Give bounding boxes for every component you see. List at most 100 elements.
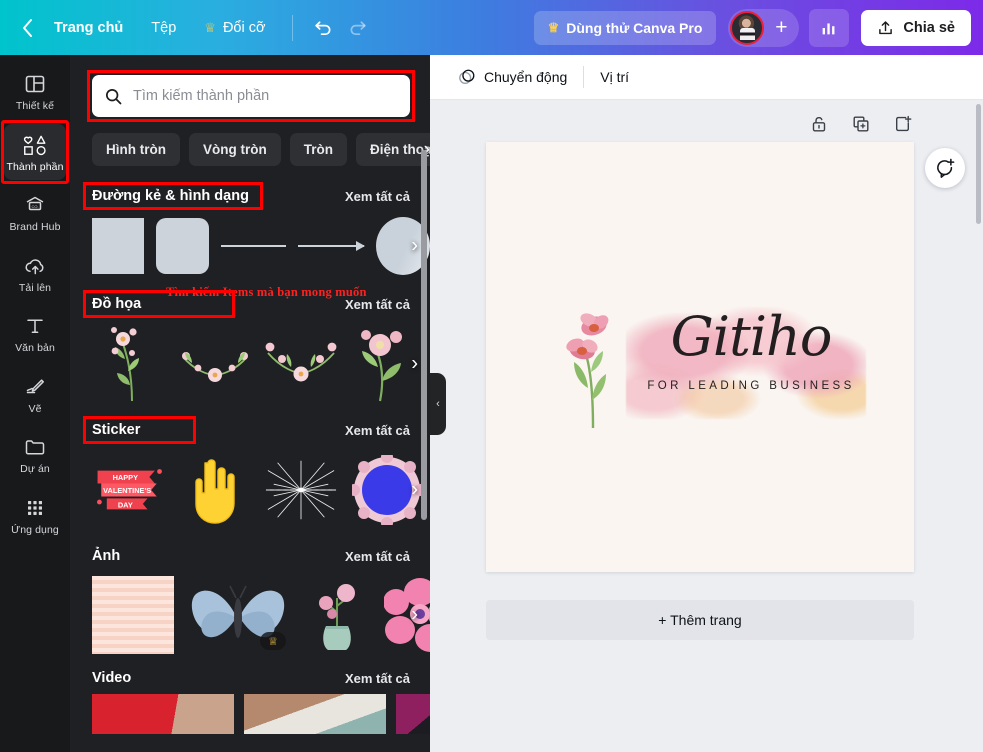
- canva-editor: Trang chủ Tệp ♕ Đổi cỡ ♕ Dùng thử Canva …: [0, 0, 983, 752]
- position-button[interactable]: Vị trí: [588, 62, 641, 92]
- chevron-right-icon[interactable]: ›: [411, 353, 418, 376]
- floral-branch-graphic[interactable]: [264, 323, 338, 405]
- collaborators: +: [728, 8, 800, 47]
- sidebar-item-uploads[interactable]: Tải lên: [4, 245, 66, 302]
- flower-vase-photo[interactable]: [302, 576, 372, 654]
- avatar[interactable]: [730, 10, 765, 45]
- pointing-hand-sticker[interactable]: [178, 455, 252, 525]
- sticker-items: HAPPY VALENTINE'S DAY: [92, 448, 430, 532]
- sidebar-item-elements[interactable]: Thành phần: [1, 119, 69, 185]
- see-all-link[interactable]: Xem tất cả: [345, 297, 410, 312]
- brand-tagline: FOR LEADING BUSINESS: [647, 380, 855, 392]
- line-shape[interactable]: [220, 245, 287, 247]
- sticker-row: HAPPY VALENTINE'S DAY ›: [92, 448, 430, 532]
- animate-button[interactable]: Chuyển động: [446, 61, 579, 93]
- home-menu[interactable]: Trang chủ: [40, 12, 137, 44]
- pink-flower-photo[interactable]: [383, 576, 430, 654]
- analytics-button[interactable]: [809, 8, 850, 47]
- chevron-right-icon[interactable]: ›: [411, 235, 418, 258]
- file-menu[interactable]: Tệp: [137, 12, 190, 44]
- see-all-link[interactable]: Xem tất cả: [345, 423, 410, 438]
- collapse-panel-button[interactable]: ‹: [430, 372, 446, 435]
- brand-icon: CO.: [26, 196, 44, 211]
- add-comment-button[interactable]: [925, 148, 965, 188]
- rounded-square-shape[interactable]: [156, 218, 209, 274]
- chevron-left-icon: ‹: [436, 397, 440, 410]
- position-label: Vị trí: [600, 69, 630, 85]
- crown-icon: ♕: [547, 20, 560, 35]
- chevron-right-icon[interactable]: ›: [411, 479, 418, 502]
- toolbar-divider: [291, 14, 293, 41]
- logo-artwork: Gitiho FOR LEADING BUSINESS: [486, 142, 914, 572]
- sidebar-item-label: Vẽ: [28, 402, 42, 415]
- svg-text:CO.: CO.: [31, 204, 38, 209]
- try-canva-pro-button[interactable]: ♕ Dùng thử Canva Pro: [533, 10, 717, 45]
- add-collaborator-button[interactable]: +: [765, 12, 797, 44]
- panel-scrollbar[interactable]: [421, 150, 427, 520]
- resize-menu[interactable]: ♕ Đổi cỡ: [190, 12, 279, 44]
- search-box[interactable]: [92, 75, 410, 117]
- back-button[interactable]: [14, 11, 40, 45]
- sidebar-item-design[interactable]: Thiết kế: [4, 63, 66, 120]
- lock-page-button[interactable]: [809, 114, 829, 134]
- canvas-scrollbar[interactable]: [976, 104, 981, 224]
- valentines-ribbon-art: HAPPY VALENTINE'S DAY: [96, 469, 162, 510]
- stage-toolbar: Chuyển động Vị trí: [430, 55, 983, 100]
- pro-label: Dùng thử Canva Pro: [566, 19, 703, 36]
- sidebar-item-apps[interactable]: Ứng dụng: [4, 487, 66, 544]
- red-video[interactable]: [92, 694, 234, 734]
- crown-icon: ♕: [204, 20, 216, 35]
- brand-name: Gitiho: [670, 305, 833, 368]
- sidebar-item-label: Ứng dụng: [11, 523, 59, 536]
- floral-sprig-graphic[interactable]: [92, 323, 166, 405]
- sidebar-item-text[interactable]: Văn bản: [4, 305, 66, 362]
- sidebar-item-label: Thiết kế: [15, 100, 55, 112]
- redo-icon: [350, 21, 366, 36]
- red-highlight-box: [83, 416, 197, 444]
- add-page-wide-button[interactable]: + Thêm trang: [486, 600, 914, 640]
- toolbar-divider: [583, 66, 585, 88]
- arrow-shape[interactable]: [298, 241, 366, 251]
- chip-hinh-tron[interactable]: Hình tròn: [92, 133, 180, 166]
- butterfly-photo[interactable]: ♕: [186, 576, 290, 654]
- striped-pattern-photo[interactable]: [92, 576, 174, 654]
- file-label: Tệp: [151, 19, 177, 36]
- square-shape[interactable]: [92, 218, 145, 274]
- floral-divider-graphic[interactable]: [178, 323, 252, 405]
- undo-button[interactable]: [305, 10, 341, 46]
- share-button[interactable]: Chia sẻ: [861, 9, 971, 46]
- sidebar-item-projects[interactable]: Dự án: [4, 426, 66, 483]
- elements-panel-content: Hình tròn Vòng tròn Tròn Điện thoại › Đư…: [70, 55, 430, 752]
- chip-tron[interactable]: Tròn: [289, 133, 347, 166]
- sidebar-item-draw[interactable]: Vẽ: [4, 366, 66, 423]
- chip-vong-tron[interactable]: Vòng tròn: [189, 133, 281, 166]
- duplicate-page-button[interactable]: [851, 114, 871, 134]
- orchid-flowers-art: [566, 313, 609, 429]
- design-page[interactable]: Gitiho FOR LEADING BUSINESS: [486, 142, 914, 572]
- valentines-ribbon-sticker[interactable]: HAPPY VALENTINE'S DAY: [92, 455, 166, 525]
- see-all-link[interactable]: Xem tất cả: [345, 549, 410, 564]
- photos-row: ♕ ›: [92, 574, 430, 656]
- interior-video[interactable]: [244, 694, 386, 734]
- search-icon: [105, 88, 122, 104]
- svg-text:HAPPY: HAPPY: [113, 473, 139, 482]
- layout-icon: [25, 75, 45, 93]
- chip-dien-thoai[interactable]: Điện thoại: [356, 133, 430, 166]
- canvas-stage: Chuyển động Vị trí Gitiho FOR LEADING BU…: [430, 55, 983, 752]
- pink-video[interactable]: [396, 694, 430, 734]
- graphics-row: ›: [92, 322, 430, 406]
- redo-button[interactable]: [341, 10, 377, 46]
- chevron-right-icon[interactable]: ›: [411, 604, 418, 627]
- search-area: [87, 70, 415, 122]
- orchid-top: [580, 313, 609, 336]
- search-input[interactable]: [133, 88, 398, 104]
- photos-items: ♕: [92, 574, 430, 656]
- sidebar-item-brandhub[interactable]: CO. Brand Hub: [4, 184, 66, 241]
- see-all-link[interactable]: Xem tất cả: [345, 671, 410, 686]
- starburst-sticker[interactable]: [264, 455, 338, 525]
- see-all-link[interactable]: Xem tất cả: [345, 189, 410, 204]
- draw-icon: [26, 379, 44, 393]
- orchid-lower: [566, 338, 598, 360]
- elements-panel: Hình tròn Vòng tròn Tròn Điện thoại › Đư…: [70, 55, 430, 752]
- add-page-button[interactable]: [893, 114, 913, 134]
